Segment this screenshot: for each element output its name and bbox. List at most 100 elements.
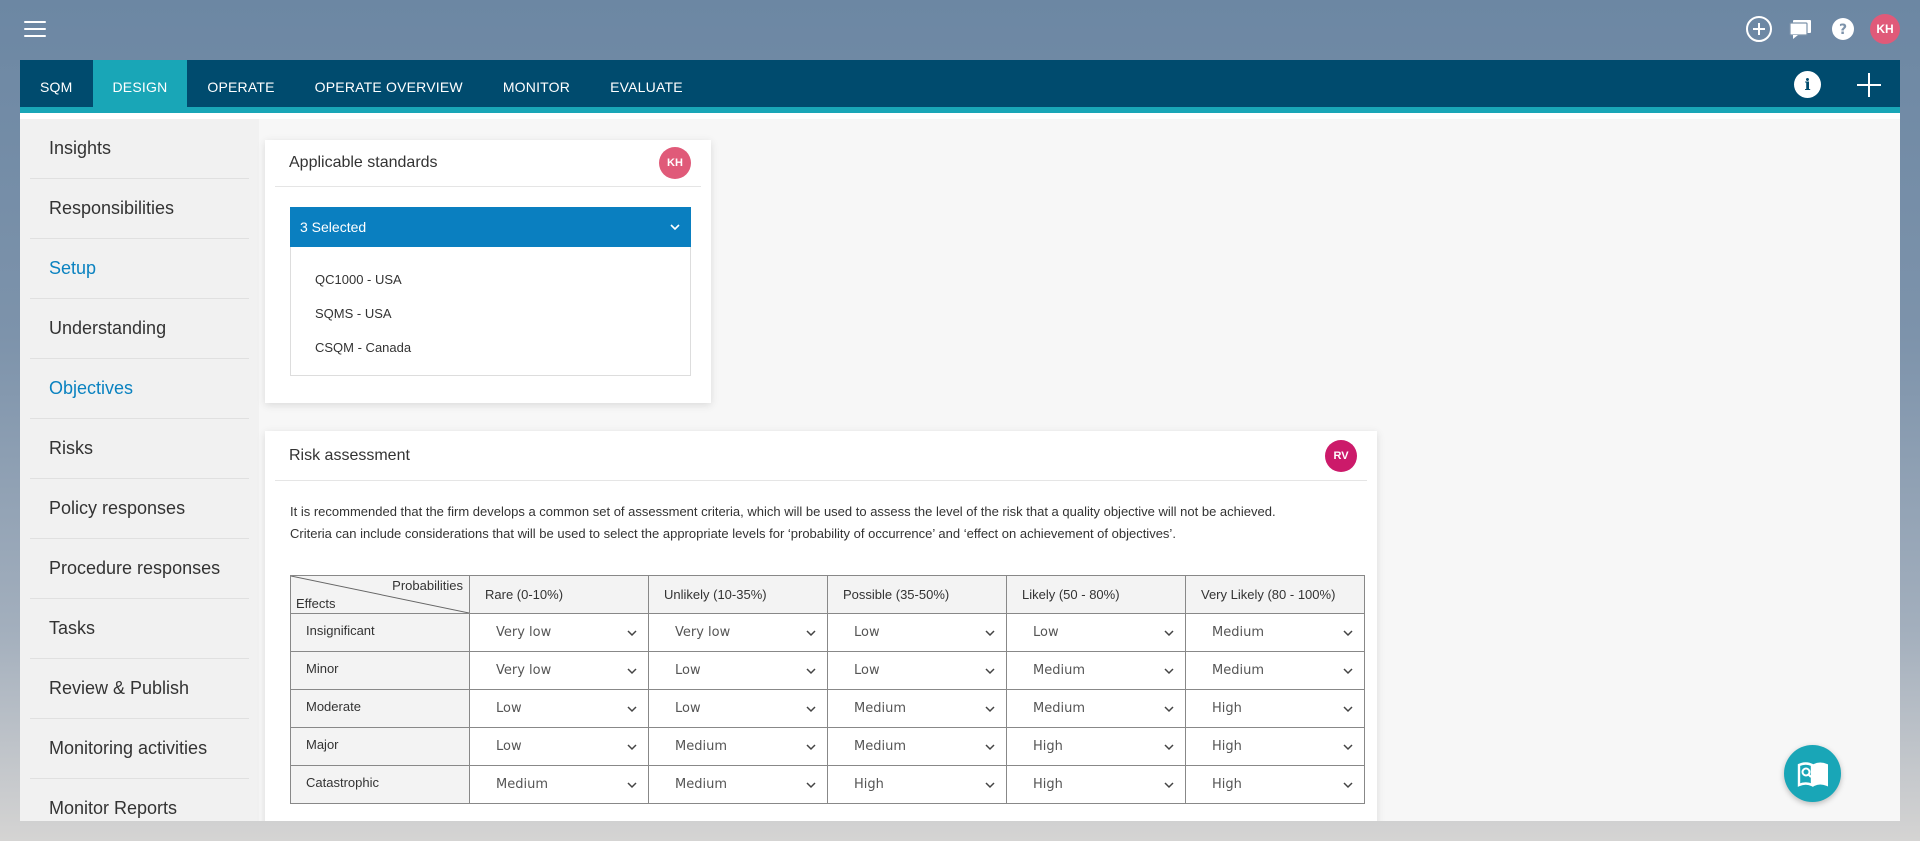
option-sqms[interactable]: SQMS - USA <box>315 297 690 331</box>
risk-level-dropdown[interactable]: Low <box>828 615 996 651</box>
risk-level-value: High <box>1033 739 1063 754</box>
chevron-down-icon <box>627 705 637 712</box>
risk-level-value: Low <box>496 739 522 754</box>
matrix-cell: Low <box>469 689 649 728</box>
risk-level-dropdown[interactable]: Low <box>470 691 638 727</box>
chevron-down-icon <box>1343 781 1353 788</box>
tab-operate-overview[interactable]: OPERATE OVERVIEW <box>295 60 483 113</box>
assignee-avatar[interactable]: KH <box>659 147 691 179</box>
chevron-down-icon <box>806 667 816 674</box>
risk-level-dropdown[interactable]: Low <box>1007 615 1175 651</box>
sidebar-item-review-publish[interactable]: Review & Publish <box>30 659 249 719</box>
risk-level-dropdown[interactable]: Low <box>649 653 817 689</box>
chevron-down-icon <box>670 224 680 231</box>
matrix-cell: Medium <box>1006 689 1186 728</box>
card-title: Applicable standards <box>289 154 438 171</box>
main-nav: SQM DESIGN OPERATE OPERATE OVERVIEW MONI… <box>20 60 1900 113</box>
matrix-cell: High <box>1006 765 1186 804</box>
matrix-cell: High <box>1185 765 1365 804</box>
risk-level-value: Very low <box>675 625 731 640</box>
help-book-fab[interactable] <box>1784 745 1841 802</box>
risk-level-dropdown[interactable]: Very low <box>470 653 638 689</box>
plus-icon[interactable] <box>1856 72 1882 98</box>
tab-evaluate[interactable]: EVALUATE <box>590 60 703 113</box>
tab-design[interactable]: DESIGN <box>92 60 188 113</box>
risk-level-value: High <box>854 777 884 792</box>
top-icons: ? KH <box>1744 14 1900 44</box>
risk-level-dropdown[interactable]: High <box>1007 729 1175 765</box>
chevron-down-icon <box>806 705 816 712</box>
option-qc1000[interactable]: QC1000 - USA <box>315 263 690 297</box>
matrix-cell: Low <box>469 727 649 766</box>
risk-level-dropdown[interactable]: Very low <box>649 615 817 651</box>
risk-level-dropdown[interactable]: Medium <box>1007 691 1175 727</box>
chevron-down-icon <box>627 629 637 636</box>
risk-level-dropdown[interactable]: Medium <box>828 691 996 727</box>
risk-level-dropdown[interactable]: Medium <box>649 767 817 803</box>
risk-level-dropdown[interactable]: Very low <box>470 615 638 651</box>
sidebar-item-understanding[interactable]: Understanding <box>30 299 249 359</box>
sidebar-item-monitor-reports[interactable]: Monitor Reports <box>30 779 249 821</box>
help-icon[interactable]: ? <box>1828 14 1858 44</box>
risk-level-dropdown[interactable]: Low <box>828 653 996 689</box>
corner-probabilities-label: Probabilities <box>392 578 463 593</box>
sidebar-item-policy-responses[interactable]: Policy responses <box>30 479 249 539</box>
chevron-down-icon <box>627 781 637 788</box>
tab-monitor[interactable]: MONITOR <box>483 60 590 113</box>
sidebar-item-monitoring-activities[interactable]: Monitoring activities <box>30 719 249 779</box>
risk-level-dropdown[interactable]: Medium <box>828 729 996 765</box>
risk-level-dropdown[interactable]: Medium <box>1007 653 1175 689</box>
sidebar-item-responsibilities[interactable]: Responsibilities <box>30 179 249 239</box>
risk-description: It is recommended that the firm develops… <box>290 501 1357 545</box>
risk-level-value: Medium <box>496 777 548 792</box>
sidebar-item-insights[interactable]: Insights <box>30 119 249 179</box>
sidebar-item-setup[interactable]: Setup <box>30 239 249 299</box>
tab-sqm[interactable]: SQM <box>20 60 93 113</box>
risk-level-value: High <box>1033 777 1063 792</box>
risk-level-dropdown[interactable]: Medium <box>470 767 638 803</box>
risk-level-dropdown[interactable]: High <box>1186 691 1354 727</box>
tab-operate[interactable]: OPERATE <box>187 60 294 113</box>
description-line: Criteria can include considerations that… <box>290 526 1176 541</box>
table-row: Moderate Low Low Medium Medium High <box>290 689 1365 728</box>
risk-level-dropdown[interactable]: High <box>1186 767 1354 803</box>
sidebar-item-objectives[interactable]: Objectives <box>30 359 249 419</box>
risk-level-dropdown[interactable]: Medium <box>1186 615 1354 651</box>
risk-level-value: Low <box>854 625 880 640</box>
chevron-down-icon <box>1343 705 1353 712</box>
risk-level-value: Medium <box>1033 701 1085 716</box>
matrix-cell: Very low <box>469 613 649 652</box>
matrix-cell: Medium <box>469 765 649 804</box>
risk-level-value: Medium <box>1033 663 1085 678</box>
option-csqm[interactable]: CSQM - Canada <box>315 331 690 365</box>
risk-level-dropdown[interactable]: Low <box>470 729 638 765</box>
info-icon[interactable]: i <box>1794 71 1821 98</box>
risk-level-dropdown[interactable]: Low <box>649 691 817 727</box>
matrix-cell: Medium <box>1006 651 1186 690</box>
sidebar-item-tasks[interactable]: Tasks <box>30 599 249 659</box>
matrix-cell: Low <box>1006 613 1186 652</box>
matrix-cell: Low <box>827 651 1007 690</box>
matrix-body: Insignificant Very low Very low Low Low Mediu… <box>290 613 1365 804</box>
risk-assessment-card: Risk assessment RV It is recommended tha… <box>265 431 1377 821</box>
hamburger-menu-icon[interactable] <box>24 21 46 37</box>
risk-level-dropdown[interactable]: Medium <box>1186 653 1354 689</box>
chevron-down-icon <box>1164 629 1174 636</box>
risk-level-dropdown[interactable]: Medium <box>649 729 817 765</box>
sidebar-item-procedure-responses[interactable]: Procedure responses <box>30 539 249 599</box>
sidebar-item-risks[interactable]: Risks <box>30 419 249 479</box>
standards-multiselect[interactable]: 3 Selected <box>290 207 691 247</box>
risk-level-value: Medium <box>675 777 727 792</box>
user-avatar[interactable]: KH <box>1870 14 1900 44</box>
risk-level-dropdown[interactable]: High <box>828 767 996 803</box>
main-panel: Applicable standards KH 3 Selected QC100… <box>259 119 1900 821</box>
assignee-avatar[interactable]: RV <box>1325 439 1357 472</box>
risk-level-dropdown[interactable]: High <box>1007 767 1175 803</box>
risk-level-dropdown[interactable]: High <box>1186 729 1354 765</box>
chat-icon[interactable] <box>1786 14 1816 44</box>
add-circle-icon[interactable] <box>1744 14 1774 44</box>
matrix-cell: Very low <box>469 651 649 690</box>
matrix-cell: Low <box>648 651 828 690</box>
matrix-cell: Medium <box>1185 651 1365 690</box>
risk-level-value: High <box>1212 739 1242 754</box>
